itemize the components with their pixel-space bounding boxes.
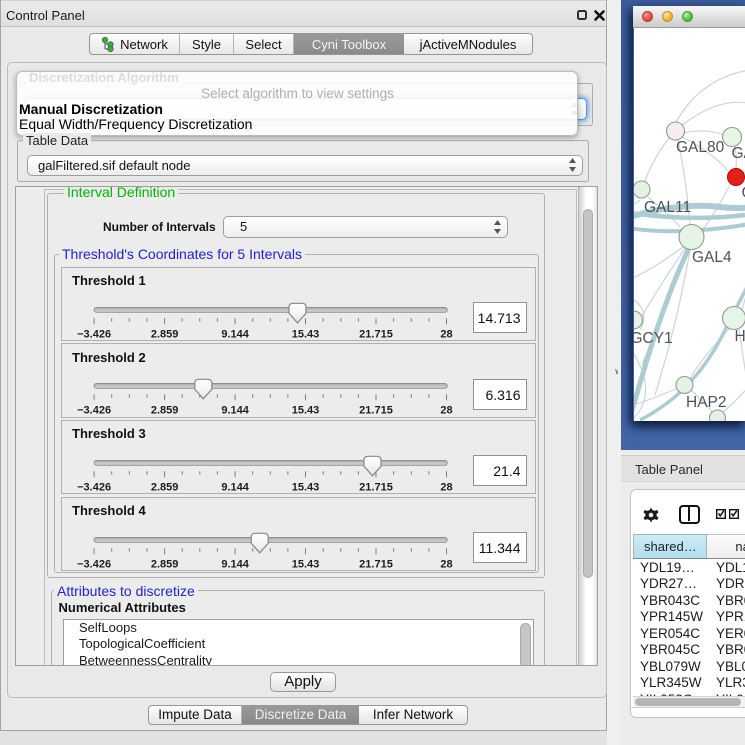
svg-text:28: 28 <box>440 558 452 570</box>
svg-text:9.144: 9.144 <box>221 481 249 493</box>
svg-text:9.144: 9.144 <box>221 558 249 570</box>
svg-text:HAP2: HAP2 <box>686 394 727 411</box>
svg-text:21.715: 21.715 <box>359 328 393 340</box>
svg-text:28: 28 <box>440 405 452 417</box>
svg-text:−3.426: −3.426 <box>77 405 111 417</box>
svg-text:−3.426: −3.426 <box>77 558 111 570</box>
svg-text:GA: GA <box>732 145 745 162</box>
svg-text:GAL4: GAL4 <box>692 249 732 266</box>
svg-text:2.859: 2.859 <box>150 558 178 570</box>
svg-text:28: 28 <box>440 481 452 493</box>
svg-text:28: 28 <box>440 328 452 340</box>
svg-text:21.715: 21.715 <box>359 558 393 570</box>
svg-text:GAL11: GAL11 <box>644 199 691 216</box>
svg-text:2.859: 2.859 <box>150 405 178 417</box>
svg-text:−3.426: −3.426 <box>77 328 111 340</box>
svg-text:15.43: 15.43 <box>291 328 319 340</box>
svg-text:GCY1: GCY1 <box>634 330 673 347</box>
svg-text:9.144: 9.144 <box>221 405 249 417</box>
svg-text:GAL80: GAL80 <box>676 139 725 156</box>
svg-text:15.43: 15.43 <box>291 558 319 570</box>
svg-text:H: H <box>735 328 745 345</box>
svg-text:C: C <box>742 185 745 202</box>
svg-text:21.715: 21.715 <box>359 481 393 493</box>
svg-text:2.859: 2.859 <box>150 328 178 340</box>
svg-text:15.43: 15.43 <box>291 405 319 417</box>
svg-text:21.715: 21.715 <box>359 405 393 417</box>
svg-text:15.43: 15.43 <box>291 481 319 493</box>
svg-text:2.859: 2.859 <box>150 481 178 493</box>
svg-text:9.144: 9.144 <box>221 328 249 340</box>
svg-text:−3.426: −3.426 <box>77 481 111 493</box>
